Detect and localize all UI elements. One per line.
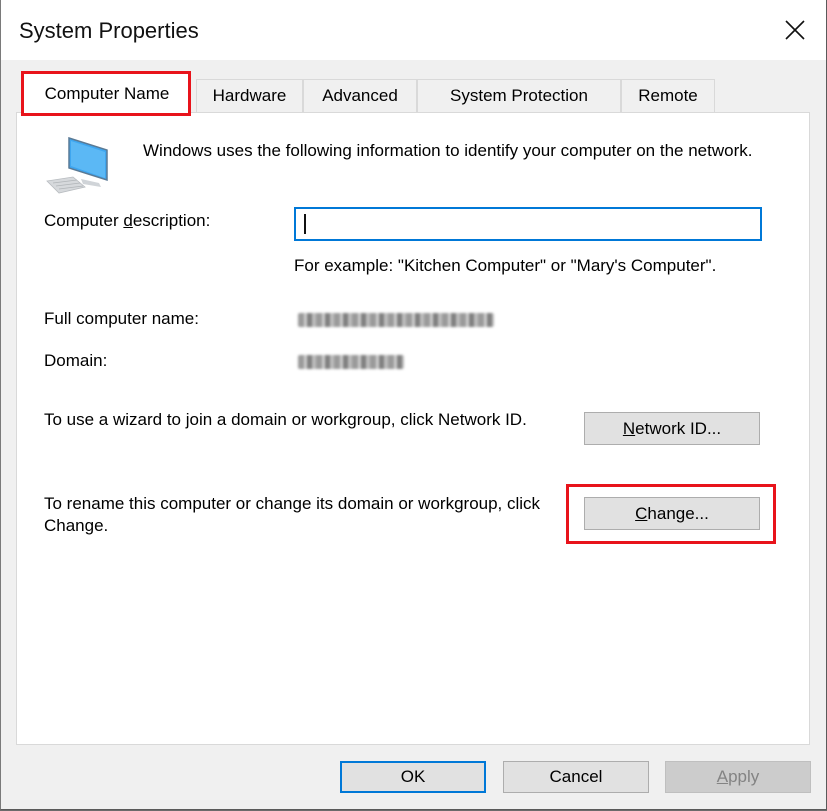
computer-name-panel: Windows uses the following information t… [16, 112, 810, 745]
network-id-description: To use a wizard to join a domain or work… [44, 410, 527, 429]
computer-icon [46, 136, 108, 194]
network-id-button[interactable]: Network ID... [584, 412, 760, 445]
system-properties-dialog: System Properties Computer Name Hardware… [0, 0, 827, 810]
tab-system-protection[interactable]: System Protection [417, 79, 621, 112]
tab-remote[interactable]: Remote [621, 79, 715, 112]
ok-label: OK [400, 767, 426, 786]
close-button[interactable] [771, 8, 819, 52]
title-bar: System Properties [1, 0, 826, 60]
tab-label: Hardware [212, 86, 287, 105]
tab-label: Remote [638, 86, 698, 105]
domain-value: [redacted] [298, 355, 404, 369]
tab-label: Computer Name [44, 83, 170, 103]
computer-description-label: Computer description: [44, 211, 211, 230]
ok-button[interactable]: OK [340, 761, 486, 793]
full-computer-name-value: [redacted] [298, 313, 494, 327]
tab-label: System Protection [450, 86, 588, 105]
apply-button[interactable]: Apply [665, 761, 811, 793]
full-computer-name-label: Full computer name: [44, 309, 199, 328]
domain-label: Domain: [44, 351, 108, 370]
cancel-button[interactable]: Cancel [503, 761, 649, 793]
computer-description-input[interactable] [294, 207, 762, 241]
intro-text: Windows uses the following information t… [143, 141, 753, 160]
text-caret [304, 214, 306, 234]
cancel-label: Cancel [549, 767, 603, 786]
close-icon [785, 20, 805, 40]
change-button[interactable]: Change... [584, 497, 760, 530]
window-title: System Properties [19, 18, 199, 43]
tab-label: Advanced [322, 86, 398, 105]
example-hint: For example: "Kitchen Computer" or "Mary… [294, 256, 717, 275]
tab-advanced[interactable]: Advanced [303, 79, 417, 112]
rename-description: To rename this computer or change its do… [44, 494, 541, 535]
tab-hardware[interactable]: Hardware [196, 79, 303, 112]
apply-label: pply [728, 767, 760, 786]
apply-mnemonic: A [716, 767, 729, 786]
tab-computer-name[interactable]: Computer Name [23, 72, 191, 114]
